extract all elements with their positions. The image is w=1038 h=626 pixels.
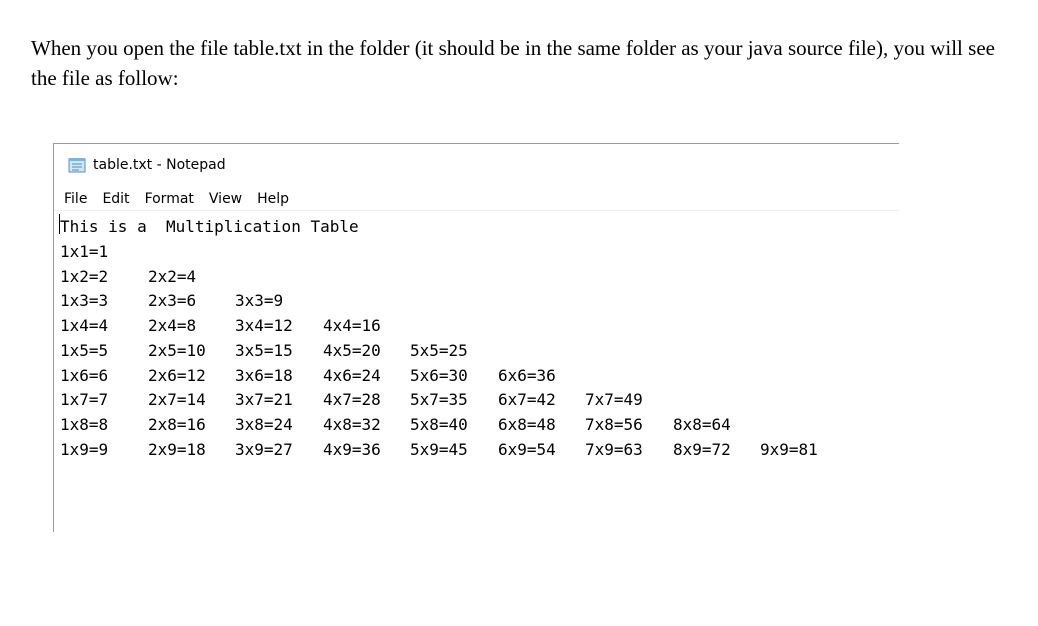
notepad-window: table.txt - Notepad File Edit Format Vie… — [53, 143, 899, 532]
table-cell: 3x4=12 — [235, 316, 293, 336]
menu-bar: File Edit Format View Help — [54, 188, 899, 211]
table-cell: 1x2=2 — [60, 266, 109, 286]
table-cell: 1x1=1 — [60, 242, 109, 261]
window-title: table.txt - Notepad — [93, 156, 226, 173]
table-cell: 8x8=64 — [673, 414, 731, 434]
table-cell: 7x9=63 — [585, 439, 643, 459]
table-cell: 1x3=3 — [60, 291, 109, 311]
editor-header-line: This is a Multiplication Table — [60, 217, 359, 236]
table-cell: 3x5=15 — [235, 340, 293, 360]
table-cell: 3x8=24 — [235, 414, 293, 434]
intro-paragraph: When you open the file table.txt in the … — [31, 36, 995, 90]
text-editor[interactable]: This is a Multiplication Table 1x1=1 1x2=… — [54, 211, 899, 532]
table-cell: 1x9=9 — [60, 439, 109, 459]
table-cell: 6x8=48 — [498, 414, 556, 434]
table-cell: 1x6=6 — [60, 365, 109, 385]
table-cell: 4x7=28 — [323, 390, 381, 410]
menu-format[interactable]: Format — [139, 191, 200, 207]
table-cell: 7x7=49 — [585, 390, 643, 410]
table-cell: 5x9=45 — [410, 439, 468, 459]
table-cell: 9x9=81 — [760, 439, 818, 459]
table-cell: 1x8=8 — [60, 414, 109, 434]
table-cell: 4x8=32 — [323, 414, 381, 434]
table-cell: 3x3=9 — [235, 291, 284, 311]
table-cell: 5x6=30 — [410, 365, 468, 385]
table-cell: 2x5=10 — [148, 340, 206, 360]
table-cell: 4x6=24 — [323, 365, 381, 385]
table-cell: 5x8=40 — [410, 414, 468, 434]
table-cell: 1x5=5 — [60, 340, 109, 360]
table-cell: 2x7=14 — [148, 390, 206, 410]
notepad-icon — [68, 157, 86, 173]
menu-view[interactable]: View — [203, 191, 248, 207]
table-cell: 6x7=42 — [498, 390, 556, 410]
table-cell: 1x4=4 — [60, 316, 109, 336]
menu-edit[interactable]: Edit — [96, 191, 135, 207]
table-cell: 2x6=12 — [148, 365, 206, 385]
table-cell: 2x4=8 — [148, 316, 197, 336]
table-cell: 4x9=36 — [323, 439, 381, 459]
table-cell: 4x4=16 — [323, 316, 381, 336]
table-cell: 2x2=4 — [148, 266, 197, 286]
table-cell: 5x7=35 — [410, 390, 468, 410]
title-bar[interactable]: table.txt - Notepad — [54, 144, 899, 185]
table-cell: 6x9=54 — [498, 439, 556, 459]
table-cell: 7x8=56 — [585, 414, 643, 434]
table-cell: 1x7=7 — [60, 390, 109, 410]
table-cell: 2x8=16 — [148, 414, 206, 434]
menu-help[interactable]: Help — [251, 191, 295, 207]
table-cell: 3x6=18 — [235, 365, 293, 385]
menu-file[interactable]: File — [58, 191, 93, 207]
table-cell: 2x9=18 — [148, 439, 206, 459]
table-cell: 8x9=72 — [673, 439, 731, 459]
table-cell: 5x5=25 — [410, 340, 468, 360]
table-cell: 3x9=27 — [235, 439, 293, 459]
table-cell: 2x3=6 — [148, 291, 197, 311]
table-cell: 6x6=36 — [498, 365, 556, 385]
table-cell: 3x7=21 — [235, 390, 293, 410]
table-cell: 4x5=20 — [323, 340, 381, 360]
